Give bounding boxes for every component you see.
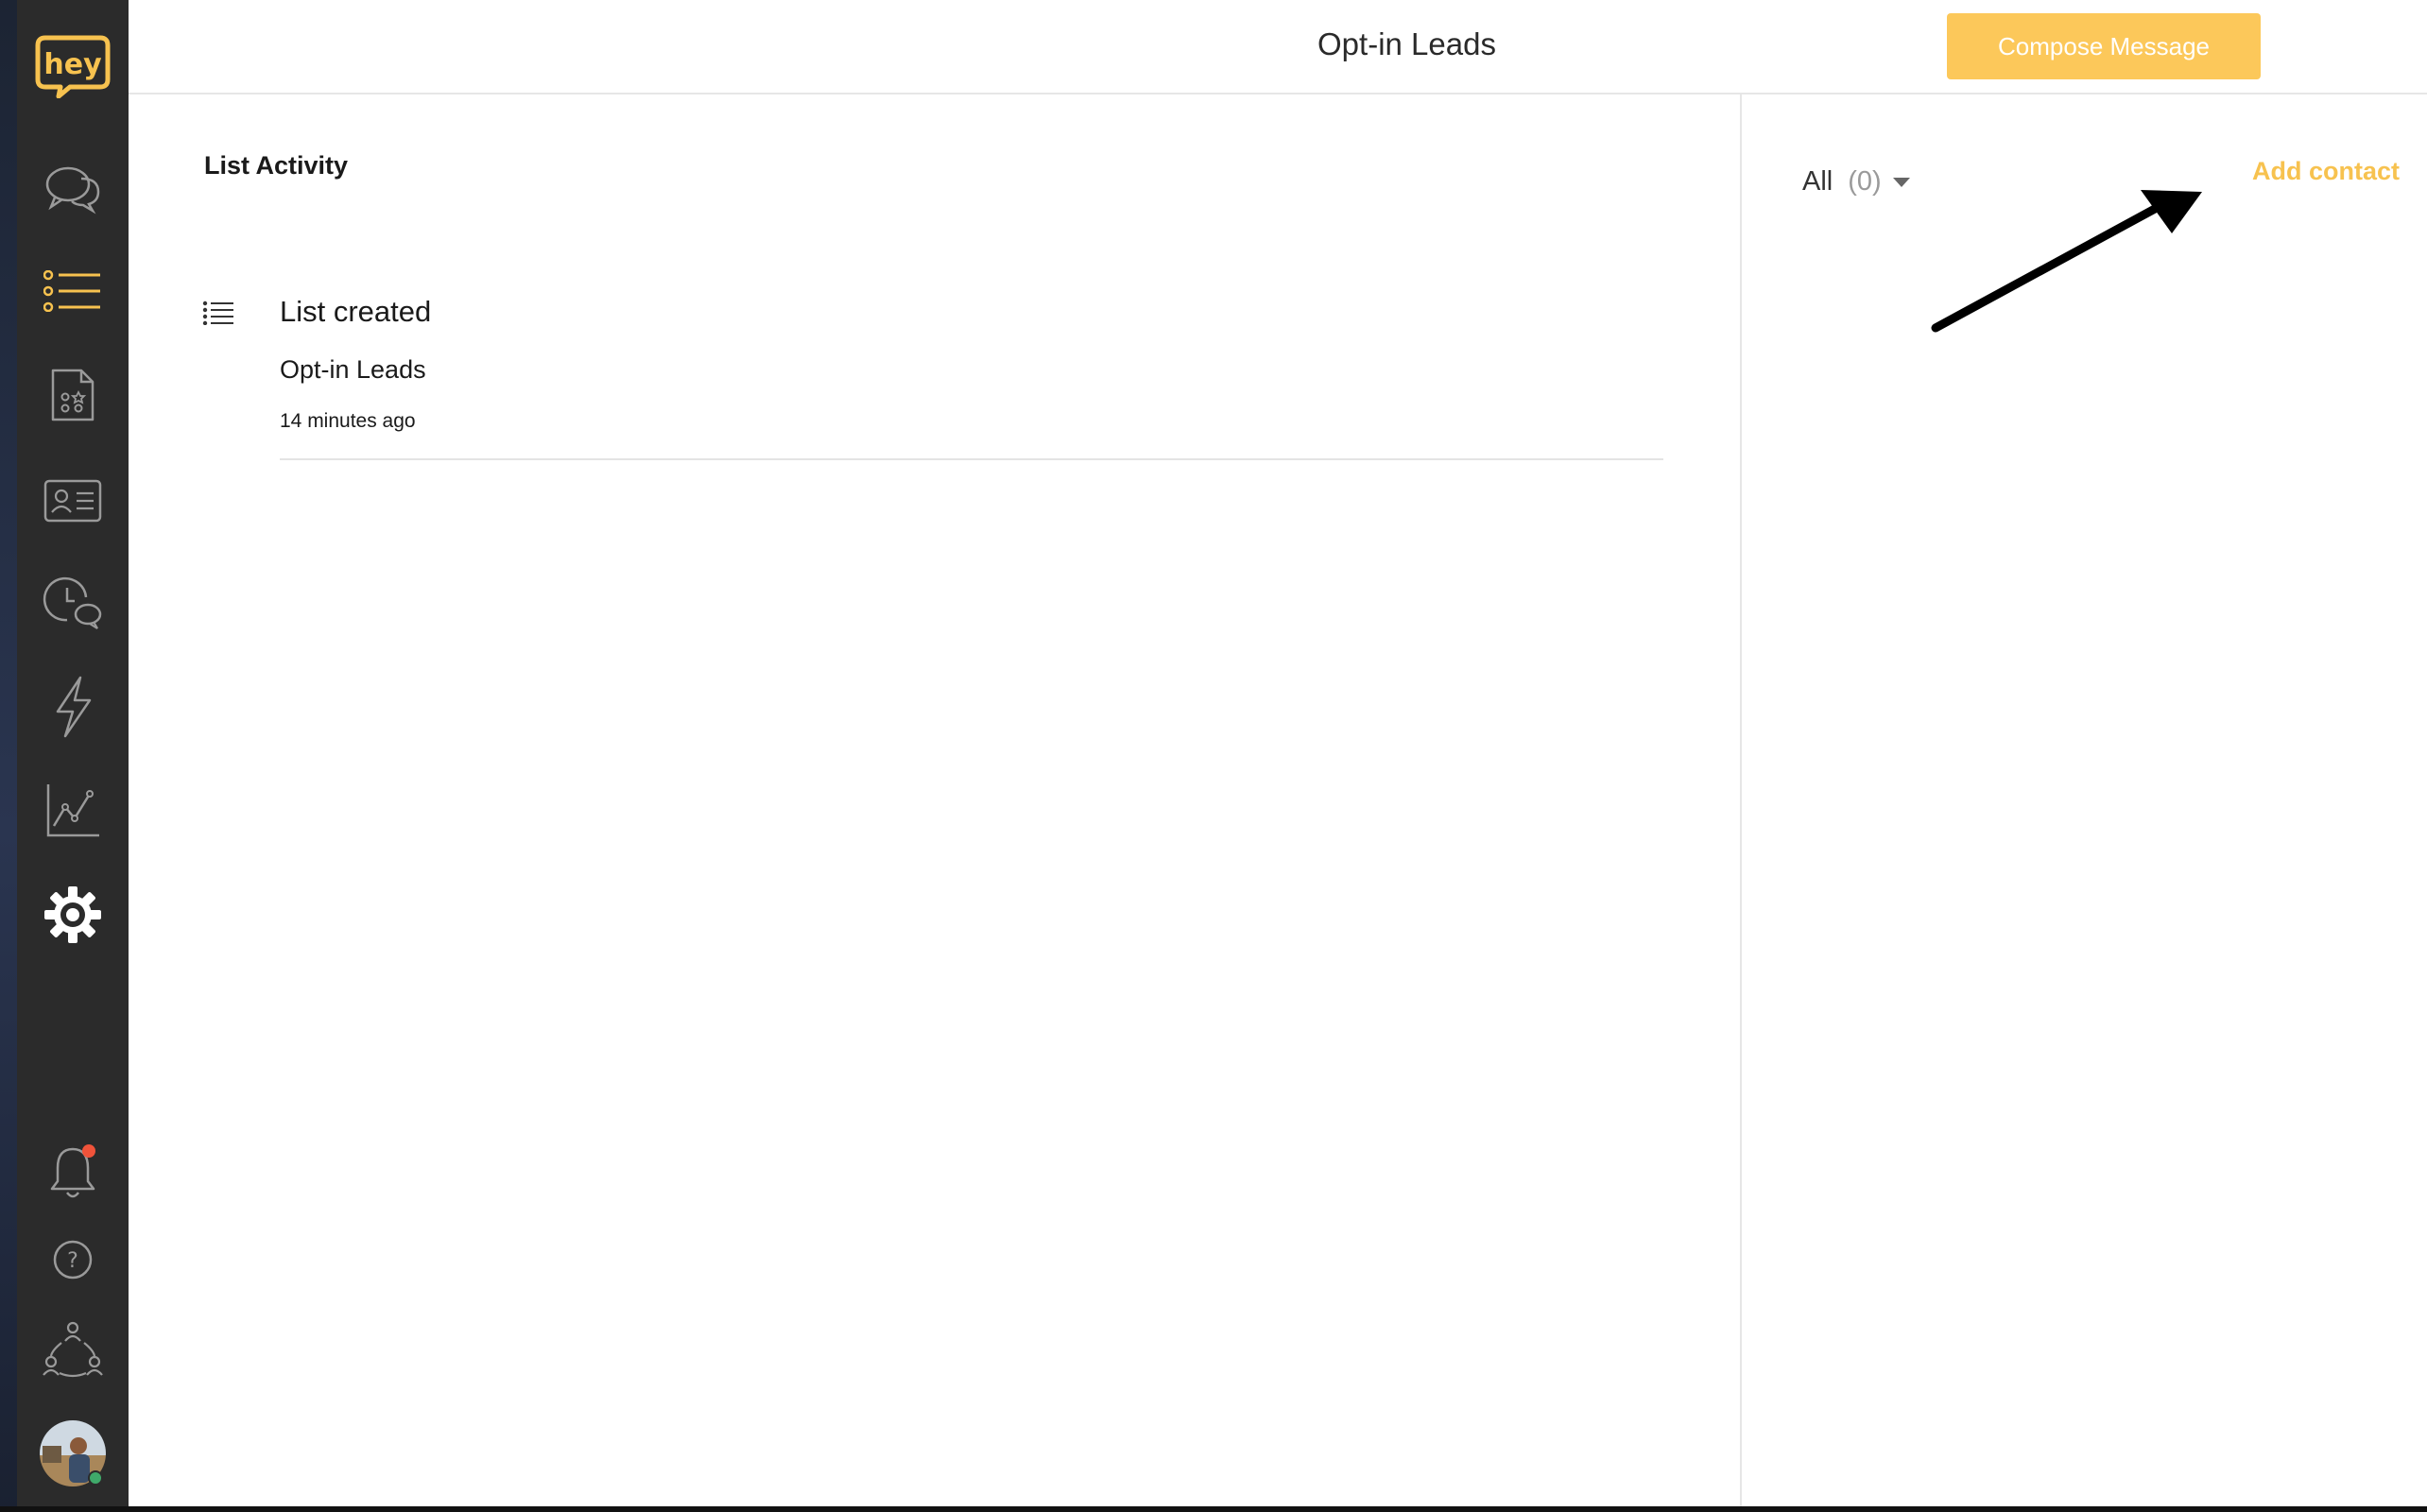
chat-bubbles-icon bbox=[45, 166, 100, 215]
section-title: List Activity bbox=[204, 151, 349, 180]
nav-analytics[interactable] bbox=[17, 765, 129, 856]
nav-scheduled[interactable] bbox=[17, 558, 129, 648]
form-document-icon bbox=[51, 369, 95, 421]
clock-chat-icon bbox=[43, 576, 102, 629]
list-icon bbox=[202, 301, 233, 325]
avatar bbox=[40, 1420, 106, 1486]
gear-icon bbox=[44, 886, 101, 943]
filter-count: (0) bbox=[1848, 166, 1882, 197]
add-contact-link[interactable]: Add contact bbox=[2252, 157, 2400, 186]
divider bbox=[280, 458, 1663, 460]
team-icon bbox=[43, 1321, 103, 1378]
activity-timestamp: 14 minutes ago bbox=[280, 410, 416, 432]
online-status-dot bbox=[88, 1470, 103, 1486]
nav-automations[interactable] bbox=[17, 662, 129, 752]
line-chart-icon bbox=[46, 784, 99, 837]
svg-text:hey: hey bbox=[43, 48, 102, 81]
list-activity-panel: List Activity List created Opt-in Leads … bbox=[129, 94, 1740, 1506]
nav-team[interactable] bbox=[17, 1304, 129, 1395]
lightning-icon bbox=[56, 676, 92, 738]
nav-profile[interactable] bbox=[17, 1408, 129, 1499]
page-title: Opt-in Leads bbox=[1317, 26, 1496, 61]
desktop-background-strip bbox=[0, 0, 17, 1512]
chevron-down-icon bbox=[1892, 177, 1910, 187]
question-icon: ? bbox=[53, 1240, 93, 1280]
nav-settings[interactable] bbox=[17, 869, 129, 960]
nav-forms[interactable] bbox=[17, 350, 129, 440]
activity-list-name: Opt-in Leads bbox=[280, 355, 426, 384]
top-header: Opt-in Leads Compose Message bbox=[129, 0, 2427, 94]
notification-badge bbox=[82, 1144, 95, 1158]
bell-icon bbox=[50, 1144, 95, 1198]
list-icon bbox=[43, 270, 100, 312]
sidebar: hey ? bbox=[17, 0, 129, 1512]
window-bottom-edge bbox=[0, 1506, 2427, 1512]
compose-message-button[interactable]: Compose Message bbox=[1947, 13, 2261, 79]
nav-lists[interactable] bbox=[17, 246, 129, 336]
svg-text:?: ? bbox=[67, 1249, 78, 1273]
nav-notifications[interactable] bbox=[17, 1126, 129, 1217]
contacts-filter-dropdown[interactable]: All (0) bbox=[1802, 166, 1910, 198]
nav-conversations[interactable] bbox=[17, 144, 129, 234]
filter-label: All bbox=[1802, 166, 1833, 197]
contact-card-icon bbox=[43, 479, 102, 523]
nav-help[interactable]: ? bbox=[17, 1214, 129, 1305]
hey-logo[interactable]: hey bbox=[32, 32, 113, 99]
nav-contacts[interactable] bbox=[17, 455, 129, 546]
annotation-arrow-icon bbox=[1931, 190, 2202, 333]
activity-title: List created bbox=[280, 295, 432, 328]
